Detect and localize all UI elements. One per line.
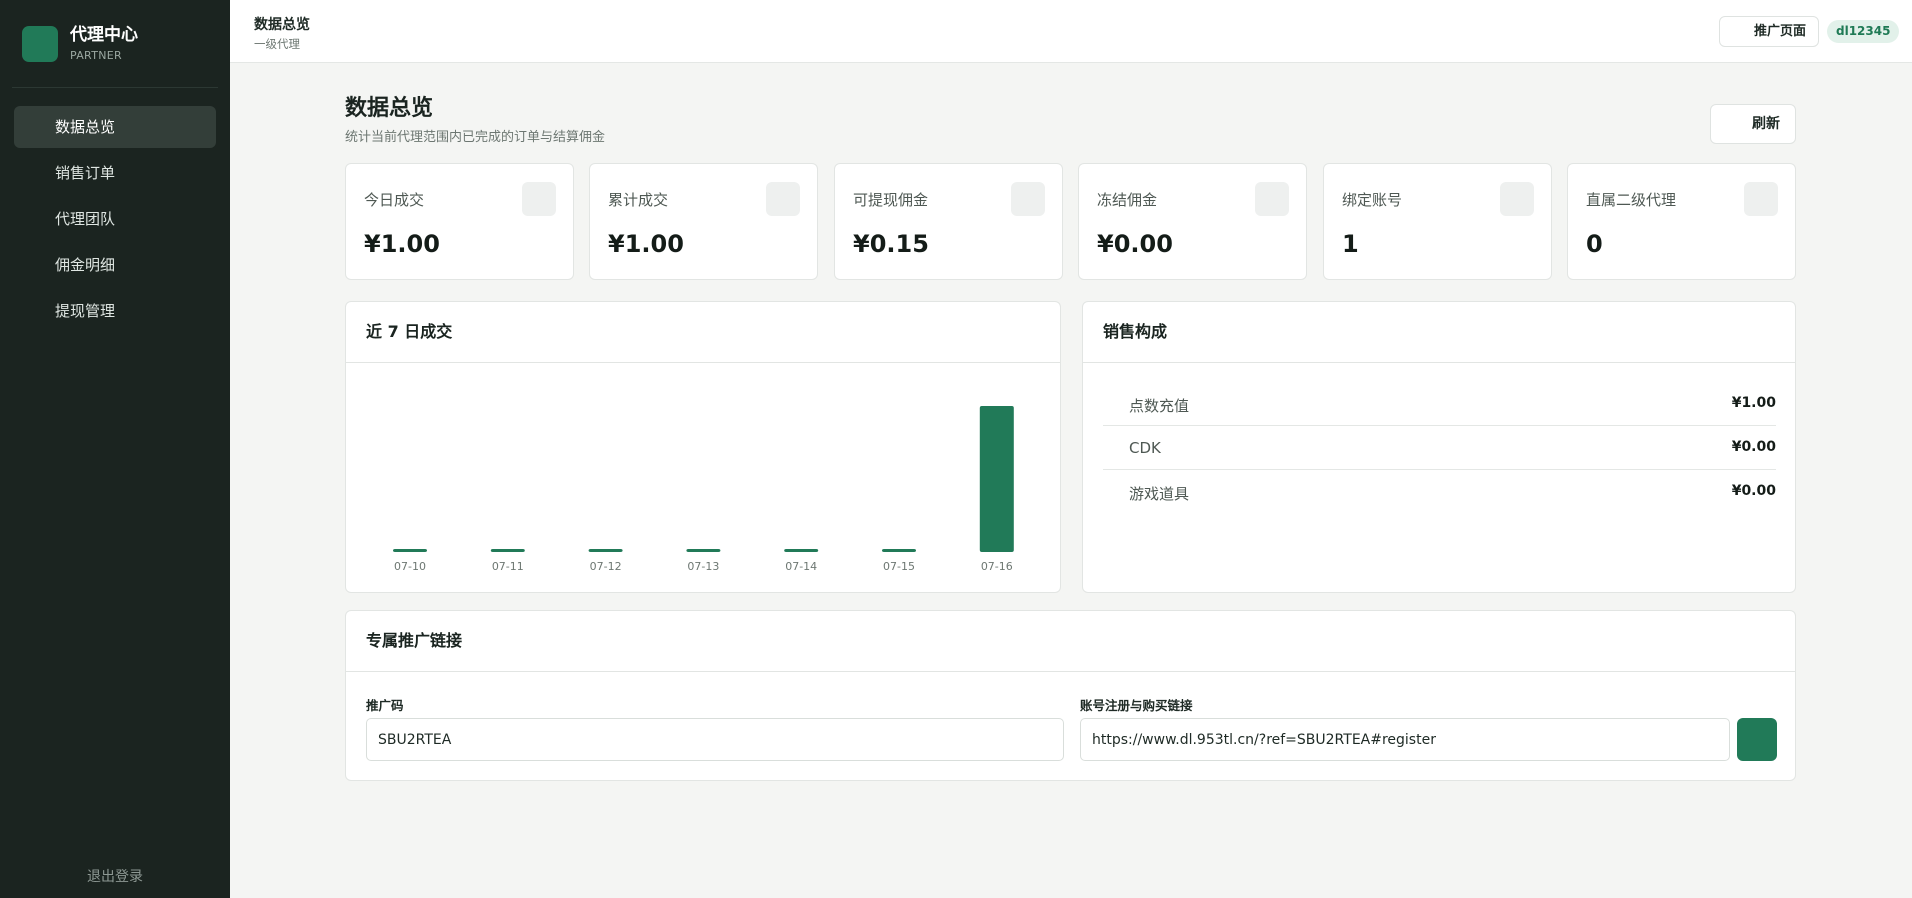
- stat-label: 累计成交: [608, 191, 669, 209]
- promo-link-label: 账号注册与购买链接: [1080, 698, 1193, 713]
- sidebar-item-overview[interactable]: 数据总览: [14, 106, 216, 148]
- brand-subtitle: PARTNER: [70, 49, 122, 62]
- sidebar-item-sales-orders[interactable]: 销售订单: [14, 152, 216, 194]
- chart-bar-07-13: [686, 549, 721, 552]
- sales-row-value: ¥1.00: [1731, 395, 1776, 411]
- stat-value: ¥1.00: [608, 230, 684, 258]
- stat-label: 冻结佣金: [1097, 191, 1158, 209]
- stat-icon: [1255, 182, 1289, 216]
- copy-link-button[interactable]: [1737, 718, 1777, 761]
- stat-icon: [1500, 182, 1534, 216]
- chart-bar-07-12: [588, 549, 623, 552]
- promo-code-label: 推广码: [366, 698, 404, 713]
- logout-link[interactable]: 退出登录: [0, 866, 230, 886]
- topbar-subtitle: 一级代理: [254, 37, 300, 51]
- sidebar: 代理中心 PARTNER 数据总览 销售订单 代理团队 佣金明细 提现管理 退出…: [0, 0, 230, 898]
- stat-card-sub-agents: 直属二级代理 0: [1567, 163, 1796, 280]
- stat-value: ¥0.00: [1097, 230, 1173, 258]
- chart-tick-label: 07-13: [687, 560, 719, 573]
- stat-card-total: 累计成交 ¥1.00: [589, 163, 818, 280]
- chart-bar-07-16: [979, 406, 1014, 552]
- promo-page-button[interactable]: 推广页面: [1719, 16, 1819, 47]
- sales-row: CDK ¥0.00: [1103, 426, 1776, 470]
- chart-tick-label: 07-16: [981, 560, 1013, 573]
- topbar-title: 数据总览: [254, 17, 310, 33]
- stat-icon: [766, 182, 800, 216]
- sidebar-item-commission[interactable]: 佣金明细: [14, 244, 216, 286]
- user-badge: dl12345: [1827, 20, 1900, 43]
- chart-tick-label: 07-15: [883, 560, 915, 573]
- sidebar-item-agent-team[interactable]: 代理团队: [14, 198, 216, 240]
- chart-bar-07-10: [393, 549, 427, 552]
- sales-row-name: 点数充值: [1129, 397, 1190, 415]
- brand-logo: [22, 25, 58, 62]
- stat-card-bound-accounts: 绑定账号 1: [1323, 163, 1552, 280]
- promo-link-panel-title: 专属推广链接: [346, 611, 1795, 672]
- stat-value: ¥0.15: [853, 230, 929, 258]
- brand: 代理中心 PARTNER: [12, 0, 218, 88]
- stat-icon: [522, 182, 556, 216]
- sales-row-value: ¥0.00: [1731, 483, 1776, 499]
- page-description: 统计当前代理范围内已完成的订单与结算佣金: [345, 130, 606, 145]
- stat-label: 直属二级代理: [1586, 191, 1677, 209]
- stat-icon: [1744, 182, 1778, 216]
- stat-card-withdrawable: 可提现佣金 ¥0.15: [834, 163, 1063, 280]
- promo-code-input[interactable]: [366, 718, 1064, 761]
- promo-link-input[interactable]: [1080, 718, 1730, 761]
- chart-panel-title: 近 7 日成交: [346, 302, 1060, 363]
- stat-card-today: 今日成交 ¥1.00: [345, 163, 574, 280]
- chart-bar-07-11: [490, 549, 525, 552]
- sales-row: 点数充值 ¥1.00: [1103, 382, 1776, 426]
- sidebar-item-withdrawal[interactable]: 提现管理: [14, 290, 216, 332]
- chart-panel: 近 7 日成交 07-10 07-11 07-12 07-13 07-14 07-15 07…: [345, 301, 1061, 593]
- sales-row: 游戏道具 ¥0.00: [1103, 470, 1776, 514]
- sales-row-name: CDK: [1129, 439, 1161, 457]
- chart-tick-label: 07-14: [785, 560, 817, 573]
- sales-row-value: ¥0.00: [1731, 439, 1776, 455]
- stat-label: 绑定账号: [1342, 191, 1403, 209]
- stat-value: ¥1.00: [364, 230, 440, 258]
- stat-value: 1: [1342, 230, 1359, 258]
- topbar: 数据总览 一级代理 推广页面 dl12345: [230, 0, 1912, 63]
- sidebar-nav: 数据总览 销售订单 代理团队 佣金明细 提现管理: [0, 88, 230, 332]
- bar-chart: 07-10 07-11 07-12 07-13 07-14 07-15 07-16: [393, 406, 1014, 573]
- stat-label: 可提现佣金: [853, 191, 929, 209]
- page-title: 数据总览: [345, 96, 434, 121]
- sales-panel: 销售构成 点数充值 ¥1.00 CDK ¥0.00 游戏道具 ¥0.00: [1082, 301, 1796, 593]
- stat-card-frozen: 冻结佣金 ¥0.00: [1078, 163, 1307, 280]
- brand-title: 代理中心: [70, 25, 138, 45]
- sales-row-name: 游戏道具: [1129, 485, 1190, 503]
- chart-tick-label: 07-10: [394, 560, 426, 573]
- stat-label: 今日成交: [364, 191, 425, 209]
- chart-bar-07-15: [882, 549, 916, 552]
- promo-link-panel: 专属推广链接 推广码 账号注册与购买链接: [345, 610, 1796, 781]
- sales-panel-title: 销售构成: [1083, 302, 1795, 363]
- stat-icon: [1011, 182, 1045, 216]
- stat-value: 0: [1586, 230, 1603, 258]
- chart-tick-label: 07-11: [492, 560, 524, 573]
- chart-tick-label: 07-12: [590, 560, 622, 573]
- refresh-button[interactable]: 刷新: [1710, 104, 1796, 144]
- chart-bar-07-14: [784, 549, 819, 552]
